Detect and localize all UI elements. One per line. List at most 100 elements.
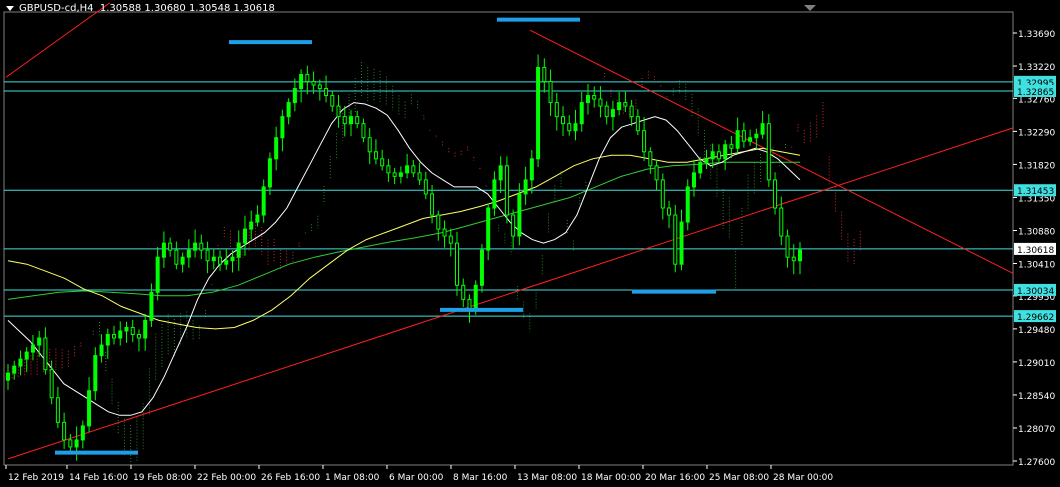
candle-body — [735, 130, 740, 149]
candle-body — [791, 256, 796, 262]
candle-body — [642, 130, 647, 153]
candle-body — [679, 221, 684, 265]
candle-body — [504, 165, 509, 216]
candle-body — [261, 186, 266, 216]
candle-body — [585, 95, 590, 104]
candle-body — [411, 165, 416, 174]
price-chart[interactable]: 1.336901.332201.327601.322901.318201.313… — [0, 0, 1060, 487]
candle-body — [430, 193, 435, 216]
candle-body — [242, 228, 247, 244]
candle-body — [230, 256, 235, 262]
y-tick-label: 1.30880 — [1018, 227, 1055, 237]
candle-body — [380, 158, 385, 167]
candle-body — [773, 179, 778, 209]
candle-body — [498, 165, 503, 181]
candle-body — [87, 390, 92, 427]
candle-body — [211, 256, 216, 262]
candle-body — [798, 249, 802, 262]
level-label: 1.32865 — [1017, 88, 1054, 98]
candle-body — [155, 256, 160, 293]
candle-body — [691, 172, 696, 188]
x-tick-label: 14 Feb 16:00 — [69, 473, 128, 483]
x-tick-label: 26 Feb 16:00 — [261, 473, 320, 483]
candle-body — [579, 102, 584, 125]
candle-body — [729, 144, 734, 149]
candle-body — [785, 235, 790, 258]
candle-body — [193, 242, 198, 251]
candle-body — [473, 284, 478, 311]
x-tick-label: 12 Feb 2019 — [8, 473, 64, 483]
y-tick-label: 1.29480 — [1018, 326, 1055, 336]
x-tick-label: 1 Mar 08:00 — [325, 473, 380, 483]
candle-body — [710, 151, 715, 160]
candle-body — [561, 116, 566, 125]
candle-body — [523, 179, 528, 195]
chart-window[interactable]: 1.33690 1.33220 1.32760 1.32290 1.31820 1.313… — [0, 0, 1060, 487]
candle-body — [6, 372, 10, 381]
candle-body — [623, 102, 628, 107]
candle-body — [267, 158, 272, 188]
candle-body — [299, 73, 304, 90]
candle-body — [417, 172, 422, 181]
candle-body — [635, 116, 640, 132]
y-tick-label: 1.29010 — [1018, 359, 1055, 369]
candle-body — [486, 207, 491, 251]
candle-body — [461, 284, 466, 300]
candle-body — [754, 133, 759, 139]
y-tick-label: 1.27600 — [1018, 458, 1055, 468]
candle-body — [317, 84, 322, 90]
candle-body — [180, 256, 185, 265]
candle-body — [305, 73, 310, 82]
candle-body — [149, 291, 154, 321]
candle-body — [80, 425, 85, 441]
chart-menu-icon[interactable] — [6, 5, 14, 11]
x-tick-label: 20 Mar 16:00 — [645, 473, 705, 483]
candle-body — [130, 326, 135, 335]
price-axis: 1.336901.332201.327601.322901.318201.313… — [1013, 30, 1056, 468]
candle-body — [55, 397, 60, 423]
candle-body — [373, 151, 378, 160]
candle-body — [448, 235, 453, 244]
candle-body — [442, 228, 447, 237]
candle-body — [161, 242, 166, 258]
candle-body — [698, 161, 703, 174]
candle-body — [336, 105, 341, 118]
x-tick-label: 18 Mar 00:00 — [581, 473, 641, 483]
candle-body — [398, 172, 403, 177]
ascending-trendline — [7, 127, 1014, 460]
candle-body — [24, 351, 29, 360]
candle-body — [292, 88, 297, 104]
candle-body — [199, 242, 204, 251]
symbol-label: GBPUSD-cd,H4 — [19, 3, 94, 14]
candle-body — [330, 95, 335, 107]
candle-body — [249, 221, 254, 230]
candles — [6, 54, 802, 461]
candle-body — [567, 123, 572, 132]
candle-body — [529, 158, 534, 181]
candle-body — [12, 365, 17, 374]
candle-body — [143, 319, 148, 339]
candle-body — [766, 123, 771, 181]
candle-body — [361, 123, 366, 139]
candle-body — [748, 137, 753, 142]
x-tick-label: 22 Feb 00:00 — [197, 473, 256, 483]
candle-body — [660, 179, 665, 209]
candle-body — [93, 355, 98, 392]
ichimoku-cloud — [5, 62, 861, 466]
candle-body — [348, 116, 353, 125]
candle-body — [536, 66, 541, 160]
y-tick-label: 1.28540 — [1018, 392, 1055, 402]
candle-body — [205, 249, 210, 262]
candle-body — [479, 249, 484, 286]
candle-body — [405, 165, 410, 174]
candle-body — [548, 80, 553, 104]
candle-body — [367, 137, 372, 153]
candle-body — [517, 193, 522, 237]
candle-body — [112, 333, 117, 339]
candle-body — [654, 165, 659, 181]
candle-body — [30, 344, 35, 353]
x-tick-label: 25 Mar 08:00 — [709, 473, 769, 483]
candle-body — [436, 214, 441, 230]
y-tick-label: 1.30410 — [1018, 261, 1055, 271]
candle-body — [598, 98, 603, 107]
